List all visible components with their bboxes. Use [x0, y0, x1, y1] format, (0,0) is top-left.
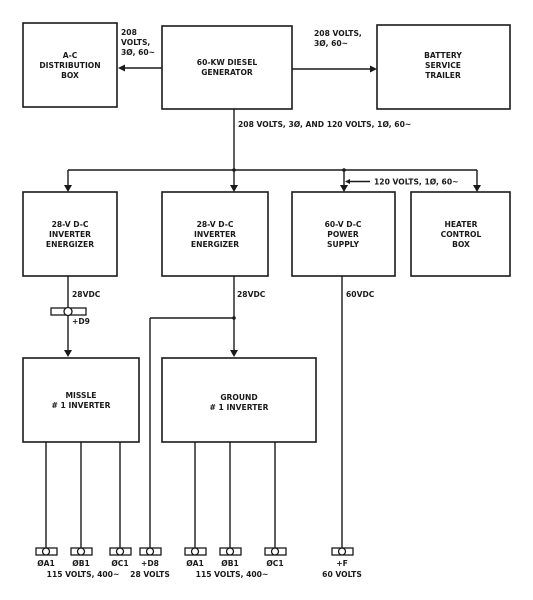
terminal-missle-c1[interactable]: ØC1: [109, 547, 132, 568]
f-output-label: 60 VOLTS: [322, 570, 362, 579]
missle-inverter-label-2: # 1 INVERTER: [52, 401, 111, 410]
ac-box-label-1: A-C: [63, 51, 78, 60]
ground-inverter: GROUND # 1 INVERTER: [161, 357, 317, 443]
d9-terminal-label: +D9: [72, 317, 90, 326]
terminal-ground-b1[interactable]: ØB1: [219, 547, 242, 568]
battery-service-trailer: BATTERY SERVICE TRAILER: [376, 24, 511, 110]
arrow-down-icon: [64, 185, 72, 192]
terminal-ground-a1[interactable]: ØA1: [184, 547, 207, 568]
power-supply-60v: 60-V D-C POWER SUPPLY: [291, 191, 396, 277]
missle-inverter: MISSLE # 1 INVERTER: [22, 357, 140, 443]
terminal-label: +F: [336, 559, 348, 568]
ac-distribution-box: A-C DISTRIBUTION BOX: [22, 22, 118, 108]
missle-output-label: 115 VOLTS, 400~: [47, 570, 120, 579]
arrow-down-icon: [230, 350, 238, 357]
inverter-output-wires: [45, 442, 276, 548]
energizer1-label-2: INVERTER: [49, 230, 91, 239]
ac-box-label-2: DISTRIBUTION: [39, 61, 100, 70]
battery-label-2: SERVICE: [425, 61, 461, 70]
energizer1-label-1: 28-V D-C: [52, 220, 89, 229]
energizer2-label-1: 28-V D-C: [197, 220, 234, 229]
diesel-generator: 60-KW DIESEL GENERATOR: [161, 25, 293, 110]
terminal-label: ØA1: [37, 559, 54, 568]
energizer2-label-3: ENERGIZER: [191, 240, 239, 249]
main-bus: 208 VOLTS, 3Ø, AND 120 VOLTS, 1Ø, 60~ 12…: [64, 109, 481, 192]
terminal-label: ØB1: [72, 559, 90, 568]
heater-control-box: HEATER CONTROL BOX: [410, 191, 511, 277]
heater-label-2: CONTROL: [441, 230, 482, 239]
main-bus-label: 208 VOLTS, 3Ø, AND 120 VOLTS, 1Ø, 60~: [238, 120, 411, 129]
terminal-f[interactable]: +F: [331, 547, 354, 568]
battery-label-3: TRAILER: [425, 71, 461, 80]
energizer1-output: 28VDC +D9: [50, 276, 101, 357]
gen-to-ac-label-1: 208: [121, 28, 137, 37]
power-supply-feed-label: 120 VOLTS, 1Ø, 60~: [374, 178, 458, 187]
heater-label-1: HEATER: [444, 220, 477, 229]
gen-to-ac-label-3: 3Ø, 60~: [121, 48, 155, 57]
arrow-down-icon: [64, 350, 72, 357]
arrow-down-icon: [473, 185, 481, 192]
d8-output-label: 28 VOLTS: [130, 570, 170, 579]
power-supply-output: 60VDC: [341, 276, 375, 548]
power-distribution-diagram: A-C DISTRIBUTION BOX 60-KW DIESEL GENERA…: [22, 22, 511, 579]
arrow-right-icon: [370, 65, 377, 73]
terminal-label: ØC1: [111, 559, 128, 568]
gen-to-battery-label-2: 3Ø, 60~: [314, 39, 348, 48]
terminal-strip: ØA1 ØB1 ØC1 +D8 ØA1 ØB1 ØC1 +F 115 VOLTS…: [35, 547, 362, 579]
arrow-left-icon: [118, 64, 125, 72]
ground-inverter-label-1: GROUND: [220, 393, 257, 402]
ground-output-label: 115 VOLTS, 400~: [196, 570, 269, 579]
arrow-down-icon: [340, 185, 348, 192]
ac-box-label-3: BOX: [61, 71, 79, 80]
missle-inverter-label-1: MISSLE: [65, 391, 96, 400]
generator-label-2: GENERATOR: [201, 68, 253, 77]
gen-to-battery-connection: 208 VOLTS, 3Ø, 60~: [292, 29, 377, 73]
energizer1-out-label: 28VDC: [72, 290, 101, 299]
arrow-down-icon: [230, 185, 238, 192]
ground-inverter-label-2: # 1 INVERTER: [210, 403, 269, 412]
terminal-label: ØB1: [221, 559, 239, 568]
d9-terminal-post: [63, 306, 73, 317]
energizer2-label-2: INVERTER: [194, 230, 236, 239]
inverter-energizer-1: 28-V D-C INVERTER ENERGIZER: [22, 191, 118, 277]
battery-label-1: BATTERY: [424, 51, 462, 60]
gen-to-battery-label-1: 208 VOLTS,: [314, 29, 362, 38]
pointer-arrow-icon: [345, 179, 350, 184]
power-supply-label-2: POWER: [327, 230, 359, 239]
power-supply-label-1: 60-V D-C: [325, 220, 362, 229]
power-supply-label-3: SUPPLY: [327, 240, 359, 249]
gen-to-ac-connection: 208 VOLTS, 3Ø, 60~: [118, 28, 162, 72]
power-supply-out-label: 60VDC: [346, 290, 375, 299]
inverter-energizer-2: 28-V D-C INVERTER ENERGIZER: [161, 191, 269, 277]
terminal-ground-c1[interactable]: ØC1: [264, 547, 287, 568]
generator-label-1: 60-KW DIESEL: [197, 58, 258, 67]
terminal-label: ØA1: [186, 559, 203, 568]
heater-label-3: BOX: [452, 240, 470, 249]
gen-to-ac-label-2: VOLTS,: [121, 38, 150, 47]
terminal-label: +D8: [141, 559, 159, 568]
terminal-missle-a1[interactable]: ØA1: [35, 547, 58, 568]
energizer2-out-label: 28VDC: [237, 290, 266, 299]
energizer1-label-3: ENERGIZER: [46, 240, 94, 249]
terminal-d8[interactable]: +D8: [139, 547, 162, 568]
terminal-label: ØC1: [266, 559, 283, 568]
terminal-missle-b1[interactable]: ØB1: [70, 547, 93, 568]
